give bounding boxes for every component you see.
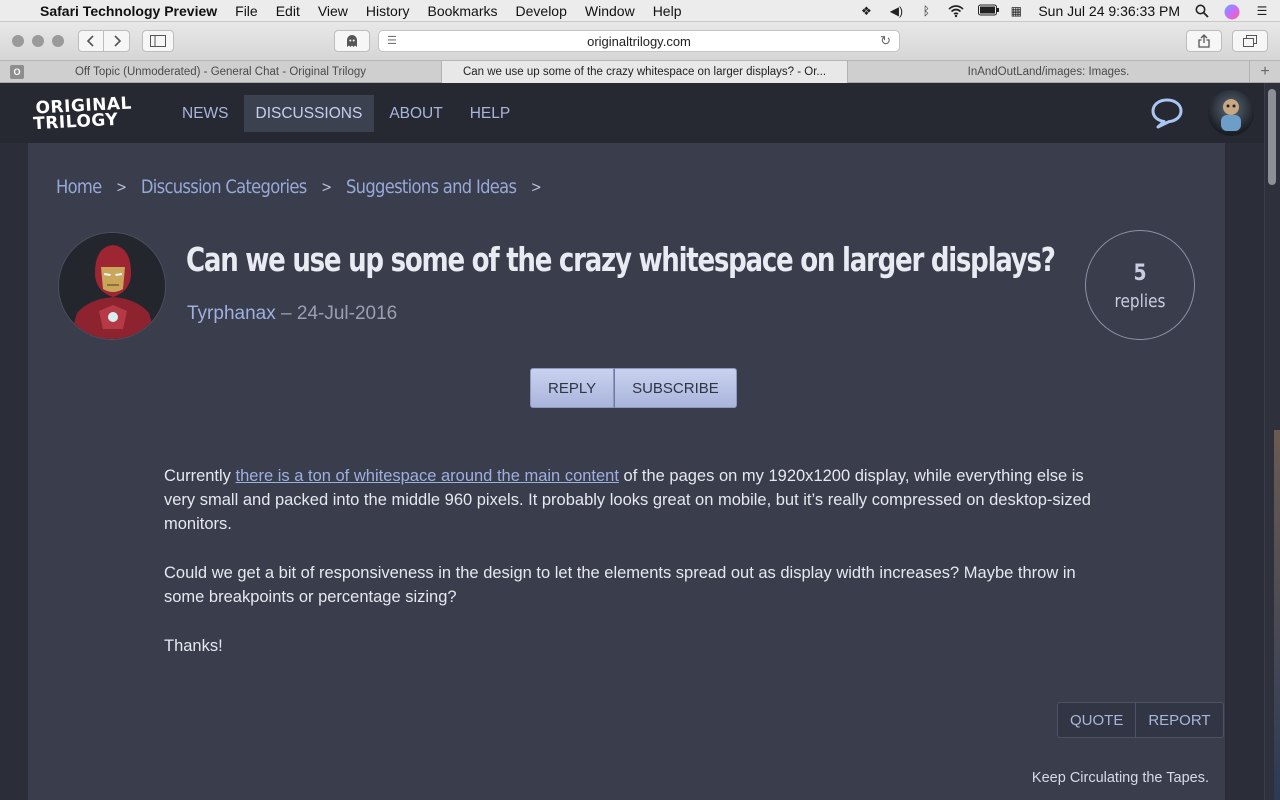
menu-bookmarks[interactable]: Bookmarks [427, 3, 497, 19]
nav-help[interactable]: HELP [458, 95, 523, 132]
chevron-right-icon [113, 35, 121, 47]
breadcrumb: Home > Discussion Categories > Suggestio… [56, 176, 556, 198]
reply-count-label: replies [1114, 291, 1166, 312]
whitespace-link[interactable]: there is a ton of whitespace around the … [236, 467, 619, 485]
user-avatar[interactable] [1208, 90, 1254, 136]
user-avatar-image [1221, 99, 1241, 131]
report-button[interactable]: REPORT [1136, 702, 1224, 738]
author-avatar[interactable] [58, 232, 166, 340]
quote-button[interactable]: QUOTE [1057, 702, 1137, 738]
post-paragraph-1: Currently there is a ton of whitespace a… [164, 464, 1094, 536]
share-icon [1198, 34, 1210, 48]
window-controls [12, 35, 64, 47]
sidebar-toggle-button[interactable] [142, 30, 174, 52]
desktop-background [1274, 430, 1280, 800]
volume-icon[interactable]: ◀) [888, 4, 904, 18]
show-all-tabs-button[interactable] [1232, 30, 1268, 52]
post-body: Currently there is a ton of whitespace a… [164, 464, 1094, 683]
thread-meta: Tyrphanax – 24-Jul-2016 [187, 303, 397, 325]
breadcrumb-separator-icon: > [321, 178, 332, 196]
menu-view[interactable]: View [318, 3, 348, 19]
menu-window[interactable]: Window [585, 3, 635, 19]
nav-about[interactable]: ABOUT [377, 95, 454, 132]
tab-title: InAndOutLand/images: Images. [967, 66, 1130, 78]
menu-help[interactable]: Help [653, 3, 682, 19]
breadcrumb-separator-icon: > [116, 178, 127, 196]
post-paragraph-3: Thanks! [164, 637, 223, 655]
minimize-window-button[interactable] [32, 35, 44, 47]
post-text: Currently [164, 467, 236, 485]
menu-file[interactable]: File [235, 3, 258, 19]
battery-icon[interactable] [978, 4, 1000, 18]
wifi-icon[interactable] [948, 4, 964, 18]
keyboard-input-icon[interactable]: ▦ [1008, 4, 1024, 18]
tab-title: Off Topic (Unmoderated) - General Chat -… [74, 66, 367, 78]
meta-separator: – [281, 303, 292, 324]
notification-center-icon[interactable]: ☰ [1254, 4, 1270, 18]
reply-button[interactable]: REPLY [530, 368, 615, 408]
sidebar-icon [150, 35, 166, 47]
spotlight-search-icon[interactable] [1194, 4, 1210, 18]
tab-favicon: O [10, 65, 24, 79]
site-header: ORIGINAL TRILOGY NEWS DISCUSSIONS ABOUT … [0, 83, 1264, 143]
logo-line-2: TRILOGY [33, 110, 119, 132]
share-button[interactable] [1186, 30, 1222, 52]
navigation-buttons [78, 30, 130, 52]
dropbox-icon[interactable]: ❖ [858, 4, 874, 18]
nav-news[interactable]: NEWS [170, 95, 241, 132]
thread-date: 24-Jul-2016 [296, 303, 398, 324]
author-link[interactable]: Tyrphanax [187, 303, 276, 324]
thread-title: Can we use up some of the crazy whitespa… [186, 240, 1056, 279]
menu-edit[interactable]: Edit [276, 3, 300, 19]
tab-current-thread[interactable]: Can we use up some of the crazy whitespa… [442, 61, 848, 83]
post-paragraph-2: Could we get a bit of responsiveness in … [164, 564, 1076, 606]
back-button[interactable] [78, 30, 104, 52]
ghostery-extension-button[interactable] [334, 30, 370, 52]
nav-discussions[interactable]: DISCUSSIONS [243, 95, 375, 132]
site-logo[interactable]: ORIGINAL TRILOGY [14, 94, 154, 132]
breadcrumb-home[interactable]: Home [56, 176, 102, 198]
close-window-button[interactable] [12, 35, 24, 47]
reader-view-icon[interactable]: ☰ [387, 34, 397, 47]
chat-bubble-icon[interactable] [1150, 97, 1184, 129]
siri-icon[interactable] [1224, 4, 1240, 20]
status-menus: ❖ ◀) ᛒ ▦ Sun Jul 24 9:36:33 PM ☰ [858, 0, 1270, 22]
tab-off-topic[interactable]: O Off Topic (Unmoderated) - General Chat… [0, 61, 442, 83]
bluetooth-icon[interactable]: ᛒ [918, 4, 934, 18]
chevron-left-icon [86, 35, 94, 47]
reply-count-badge: 5 replies [1085, 230, 1195, 340]
tabs-overview-icon [1243, 35, 1257, 47]
reload-icon[interactable]: ↻ [880, 33, 891, 49]
post-actions: QUOTE REPORT [1057, 702, 1224, 738]
main-nav: NEWS DISCUSSIONS ABOUT HELP [170, 95, 525, 132]
menubar-clock[interactable]: Sun Jul 24 9:36:33 PM [1038, 3, 1180, 19]
tab-title: Can we use up some of the crazy whitespa… [462, 66, 827, 78]
address-url: originaltrilogy.com [587, 33, 691, 49]
reply-count: 5 [1133, 261, 1147, 286]
new-tab-button[interactable]: + [1250, 61, 1280, 83]
forward-button[interactable] [104, 30, 130, 52]
breadcrumb-suggestions-and-ideas[interactable]: Suggestions and Ideas [346, 176, 517, 198]
breadcrumb-separator-icon: > [530, 178, 542, 196]
iron-man-avatar-image [59, 233, 165, 339]
tab-bar: O Off Topic (Unmoderated) - General Chat… [0, 60, 1280, 83]
tab-images[interactable]: InAndOutLand/images: Images. [848, 61, 1250, 83]
author-signature: Keep Circulating the Tapes. [1031, 770, 1209, 786]
ghost-icon [347, 35, 357, 47]
zoom-window-button[interactable] [52, 35, 64, 47]
menu-develop[interactable]: Develop [516, 3, 567, 19]
menu-history[interactable]: History [366, 3, 410, 19]
breadcrumb-discussion-categories[interactable]: Discussion Categories [141, 176, 307, 198]
menu-app-name[interactable]: Safari Technology Preview [40, 3, 217, 19]
browser-toolbar: ☰ originaltrilogy.com ↻ [0, 22, 1280, 60]
address-bar[interactable]: ☰ originaltrilogy.com ↻ [378, 30, 900, 52]
menu-bar: Safari Technology Preview File Edit View… [0, 0, 1280, 22]
subscribe-button[interactable]: SUBSCRIBE [614, 368, 737, 408]
scrollbar-thumb[interactable] [1268, 89, 1276, 185]
thread-actions: REPLY SUBSCRIBE [530, 368, 737, 408]
